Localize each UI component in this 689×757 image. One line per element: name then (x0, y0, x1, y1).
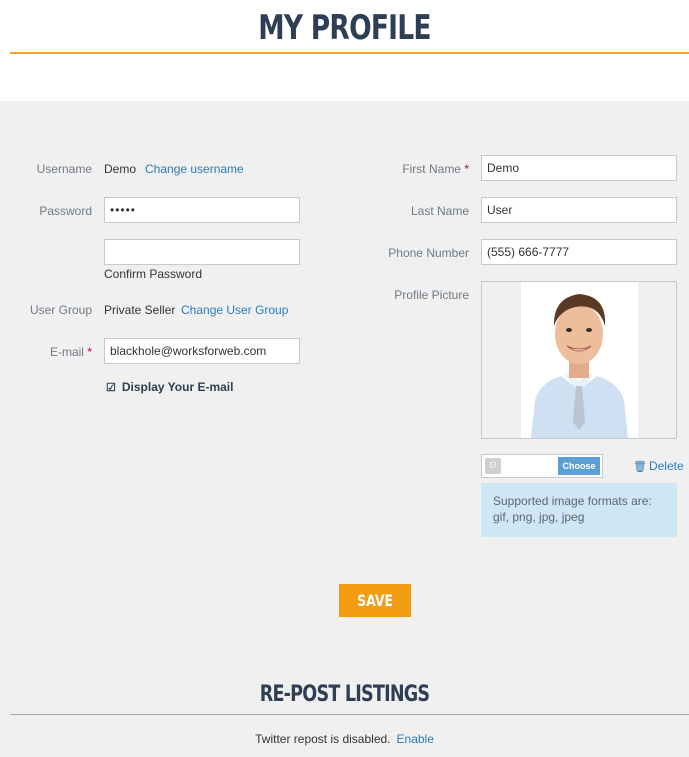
delete-picture-link[interactable]: 🗑 Delete (633, 459, 684, 473)
username-value: Demo (104, 162, 137, 176)
save-button-label: SAVE (356, 591, 393, 610)
password-field[interactable] (104, 197, 300, 223)
choose-file-button[interactable]: Choose (558, 457, 600, 475)
title-divider (10, 52, 689, 54)
repost-status-row: Twitter repost is disabled. Enable (0, 732, 689, 746)
confirm-password-label: Confirm Password (104, 267, 203, 281)
profile-picture-upload[interactable]: ⊙ Choose (481, 454, 603, 478)
image-formats-note: Supported image formats are: gif, png, j… (481, 483, 677, 537)
display-email-label: Display Your E-mail (121, 380, 234, 394)
upload-icon: ⊙ (485, 458, 501, 474)
confirm-password-field[interactable] (104, 239, 300, 265)
display-email-checkbox[interactable]: ☑ Display Your E-mail (106, 380, 233, 394)
profile-photo (521, 282, 638, 438)
save-button[interactable]: SAVE (339, 584, 411, 617)
user-group-label: User Group (29, 303, 92, 317)
profile-picture-label: Profile Picture (394, 288, 469, 302)
required-marker: * (464, 162, 469, 176)
first-name-field[interactable] (481, 155, 677, 181)
enable-repost-link[interactable]: Enable (397, 732, 434, 746)
phone-field[interactable] (481, 239, 677, 265)
first-name-label: First Name * (380, 162, 469, 176)
change-username-link[interactable]: Change username (145, 162, 244, 176)
phone-label: Phone Number (388, 246, 469, 260)
email-label: E-mail * (20, 345, 92, 359)
trash-icon: 🗑 (633, 461, 647, 473)
last-name-label: Last Name (410, 204, 469, 218)
email-field[interactable] (104, 338, 300, 364)
repost-section-title: RE-POST LISTINGS (259, 682, 430, 707)
user-group-value: Private Seller (104, 303, 176, 317)
last-name-field[interactable] (481, 197, 677, 223)
delete-label: Delete (648, 459, 684, 473)
repost-status: Twitter repost is disabled. (255, 732, 391, 746)
username-label: Username (36, 162, 92, 176)
required-marker: * (87, 345, 92, 359)
profile-picture-frame (481, 281, 677, 439)
email-label-text: E-mail (49, 345, 84, 359)
person-portrait-image (521, 282, 638, 438)
password-label: Password (39, 204, 92, 218)
change-user-group-link[interactable]: Change User Group (181, 303, 288, 317)
page-title: MY PROFILE (258, 8, 431, 48)
check-square-icon[interactable]: ☑ (106, 381, 116, 394)
repost-divider (10, 714, 689, 715)
first-name-label-text: First Name (402, 162, 461, 176)
